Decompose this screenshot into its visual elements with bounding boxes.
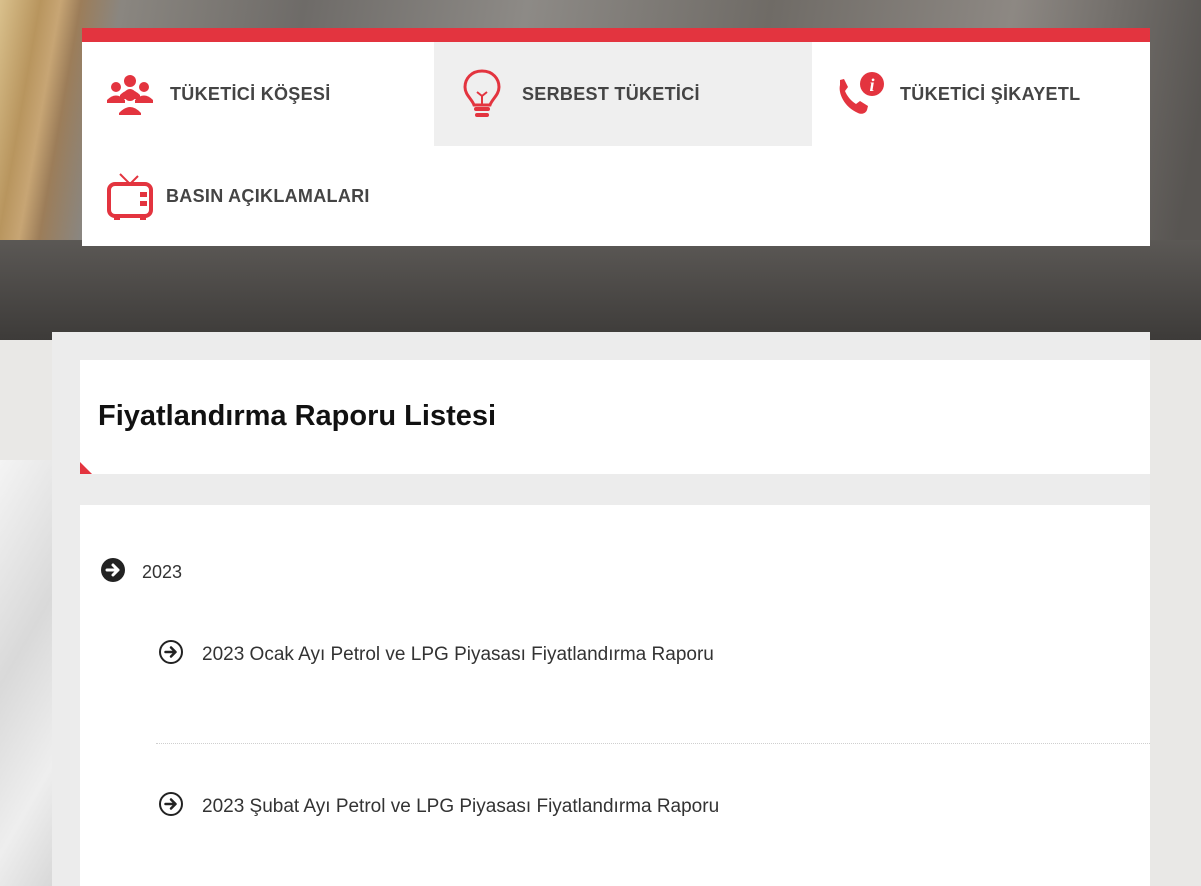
arrow-circle-right-outline-icon [158,791,184,822]
nav-item-tuketici-sikayetleri[interactable]: i TÜKETİCİ ŞİKAYETL [812,42,1150,146]
report-link[interactable]: 2023 Şubat Ayı Petrol ve LPG Piyasası Fi… [202,796,719,818]
page-title: Fiyatlandırma Raporu Listesi [98,400,497,432]
year-label: 2023 [142,562,183,582]
svg-text:i: i [869,75,874,95]
background-band [0,240,1201,340]
nav-item-label: SERBEST TÜKETİCİ [522,83,700,104]
arrow-circle-right-icon [100,557,126,588]
phone-info-icon: i [834,68,886,120]
list-item[interactable]: 2023 Ocak Ayı Petrol ve LPG Piyasası Fiy… [158,639,714,670]
category-nav: TÜKETİCİ KÖŞESİ SERBEST TÜKETİCİ i TÜKET… [82,28,1150,246]
arrow-circle-right-outline-icon [158,639,184,670]
nav-item-label: TÜKETİCİ KÖŞESİ [170,83,331,104]
tv-icon [104,170,156,222]
nav-item-tuketici-kosesi[interactable]: TÜKETİCİ KÖŞESİ [82,42,434,146]
people-group-icon [104,68,156,120]
divider [156,743,1150,744]
title-corner-marker [80,462,92,474]
nav-item-serbest-tuketici[interactable]: SERBEST TÜKETİCİ [434,42,812,146]
nav-item-basin-aciklamalari[interactable]: BASIN AÇIKLAMALARI [82,146,392,246]
nav-item-label: TÜKETİCİ ŞİKAYETL [900,83,1081,104]
year-group-2023[interactable]: 2023 [100,557,182,588]
lightbulb-icon [456,68,508,120]
report-link[interactable]: 2023 Ocak Ayı Petrol ve LPG Piyasası Fiy… [202,644,714,666]
page-title-box: Fiyatlandırma Raporu Listesi [80,360,1150,474]
nav-item-label: BASIN AÇIKLAMALARI [166,185,370,206]
report-list: 2023 2023 Ocak Ayı Petrol ve LPG Piyasas… [80,505,1150,886]
list-item[interactable]: 2023 Şubat Ayı Petrol ve LPG Piyasası Fi… [158,791,719,822]
